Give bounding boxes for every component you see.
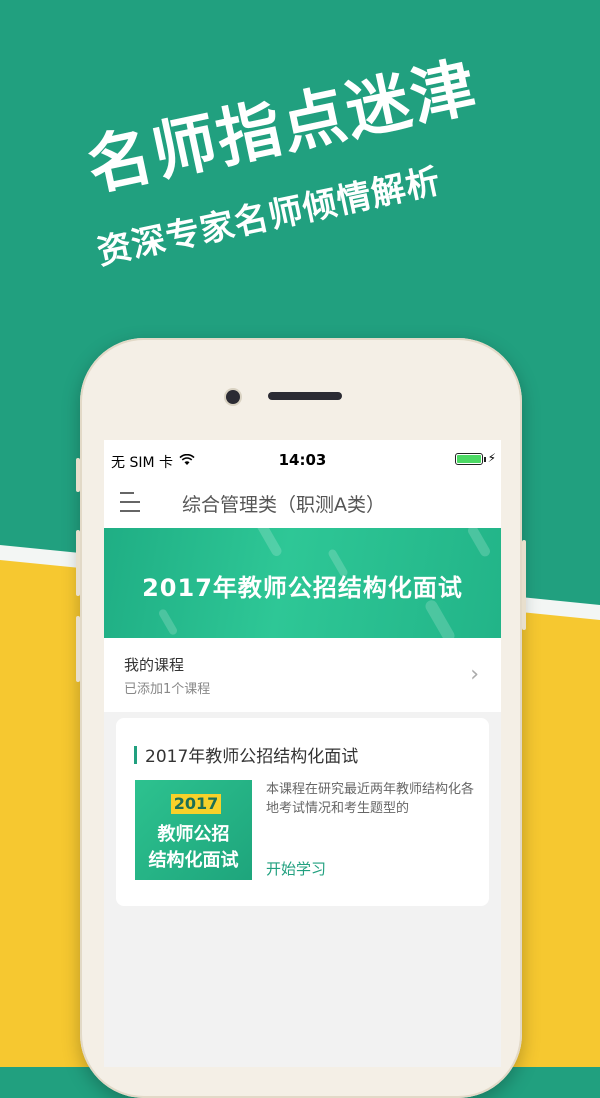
hamburger-menu-icon[interactable] <box>120 492 142 514</box>
thumbnail-year: 2017 <box>171 794 221 814</box>
thumbnail-line-2: 结构化面试 <box>148 850 239 871</box>
front-camera <box>226 390 240 404</box>
accent-bar <box>134 745 137 764</box>
my-course-row[interactable]: 我的课程 已添加1个课程 › <box>104 638 501 712</box>
phone-power-button <box>522 540 526 630</box>
phone-screen: 无 SIM 卡 14:03 ⚡ 综合管理类（职测A类） 2017年教师公招结构化… <box>104 440 501 1067</box>
battery-icon <box>455 453 486 465</box>
phone-side-button <box>76 458 80 492</box>
course-title: 2017年教师公招结构化面试 <box>145 747 359 767</box>
status-time: 14:03 <box>278 451 327 469</box>
thumbnail-line-1: 教师公招 <box>157 824 230 845</box>
my-course-title: 我的课程 <box>124 656 185 674</box>
nav-bar: 综合管理类（职测A类） <box>104 480 501 528</box>
charging-bolt-icon: ⚡ <box>487 451 496 465</box>
course-card-header: 2017年教师公招结构化面试 <box>134 742 358 767</box>
start-learning-link[interactable]: 开始学习 <box>266 858 326 879</box>
banner-text: 2017年教师公招结构化面试 <box>142 574 463 602</box>
promo-banner[interactable]: 2017年教师公招结构化面试 <box>104 528 501 638</box>
nav-title: 综合管理类（职测A类） <box>182 494 385 516</box>
earpiece-speaker <box>268 392 342 400</box>
phone-volume-down <box>76 616 80 682</box>
chevron-right-icon: › <box>470 662 479 687</box>
course-thumbnail[interactable]: 2017 教师公招 结构化面试 <box>135 780 252 880</box>
course-description: 本课程在研究最近两年教师结构化各地考试情况和考生题型的 <box>266 782 475 816</box>
course-card[interactable]: 2017年教师公招结构化面试 2017 教师公招 结构化面试 本课程在研究最近两… <box>116 718 489 906</box>
phone-volume-up <box>76 530 80 596</box>
status-bar: 无 SIM 卡 14:03 ⚡ <box>104 440 501 480</box>
my-course-subtitle: 已添加1个课程 <box>124 682 211 697</box>
